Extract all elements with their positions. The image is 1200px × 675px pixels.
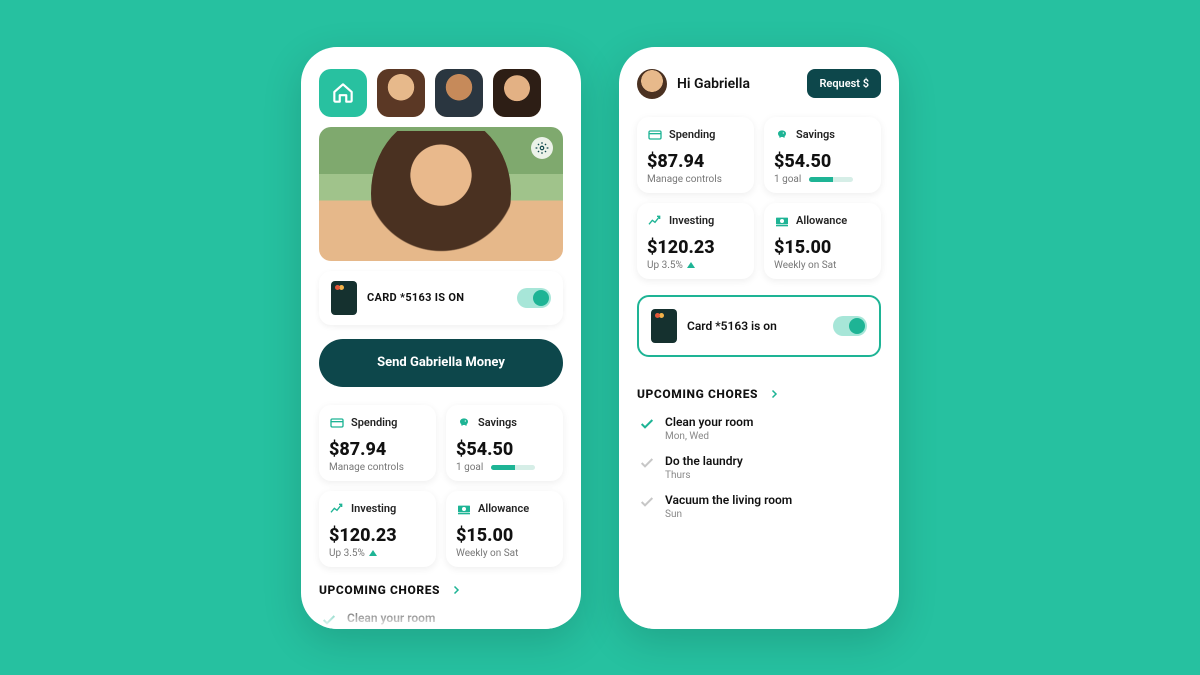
child-selector-row <box>319 69 563 117</box>
tile-amount: $87.94 <box>647 151 744 172</box>
check-icon <box>639 494 655 510</box>
card-icon <box>331 281 357 315</box>
tile-savings[interactable]: Savings $54.50 1 goal <box>446 405 563 481</box>
child-settings-button[interactable] <box>531 137 553 159</box>
tile-investing[interactable]: Investing $120.23 Up 3.5% <box>319 491 436 567</box>
chevron-right-icon <box>768 388 780 400</box>
tile-spending[interactable]: Spending $87.94 Manage controls <box>319 405 436 481</box>
chore-item[interactable]: Vacuum the living room Sun <box>637 487 881 526</box>
tile-sub: Manage controls <box>647 174 744 185</box>
tile-amount: $120.23 <box>329 525 426 546</box>
child-avatar-2[interactable] <box>435 69 483 117</box>
tile-sub: Weekly on Sat <box>456 548 553 559</box>
tile-sub: 1 goal <box>774 174 871 185</box>
gear-icon <box>535 141 549 155</box>
tile-amount: $87.94 <box>329 439 426 460</box>
check-icon <box>639 455 655 471</box>
tile-label: Investing <box>351 502 396 515</box>
child-phone: Hi Gabriella Request $ Spending $87.94 M… <box>619 47 899 629</box>
chart-up-icon <box>647 213 663 229</box>
greeting-text: Hi Gabriella <box>677 76 797 92</box>
tile-label: Investing <box>669 214 714 227</box>
tile-label: Allowance <box>478 502 529 515</box>
chore-item[interactable]: Clean your room <box>319 605 563 629</box>
chore-item[interactable]: Clean your room Mon, Wed <box>637 409 881 448</box>
card-status-label: Card *5163 is on <box>687 319 823 333</box>
chore-title: Do the laundry <box>665 454 743 468</box>
tile-sub: Up 3.5% <box>329 548 426 559</box>
tile-savings[interactable]: Savings $54.50 1 goal <box>764 117 881 193</box>
tile-spending[interactable]: Spending $87.94 Manage controls <box>637 117 754 193</box>
chevron-right-icon <box>450 584 462 596</box>
tile-sub: 1 goal <box>456 462 553 473</box>
up-arrow-icon <box>687 262 695 268</box>
chore-title: Clean your room <box>665 415 753 429</box>
card-status-row: Card *5163 is on <box>637 295 881 357</box>
balance-tiles: Spending $87.94 Manage controls Savings … <box>319 405 563 567</box>
tile-amount: $15.00 <box>456 525 553 546</box>
tile-label: Savings <box>478 416 517 429</box>
piggy-icon <box>456 415 472 431</box>
chores-heading[interactable]: UPCOMING CHORES <box>637 387 881 401</box>
chores-heading[interactable]: UPCOMING CHORES <box>319 583 563 597</box>
tile-amount: $54.50 <box>456 439 553 460</box>
chore-item[interactable]: Do the laundry Thurs <box>637 448 881 487</box>
chore-days: Mon, Wed <box>665 431 753 442</box>
request-money-button[interactable]: Request $ <box>807 69 881 98</box>
chore-title: Vacuum the living room <box>665 493 792 507</box>
card-status-label: CARD *5163 IS ON <box>367 291 507 304</box>
chore-days: Thurs <box>665 470 743 481</box>
tile-label: Allowance <box>796 214 847 227</box>
card-flat-icon <box>329 415 345 431</box>
up-arrow-icon <box>369 550 377 556</box>
home-button[interactable] <box>319 69 367 117</box>
card-icon <box>651 309 677 343</box>
card-flat-icon <box>647 127 663 143</box>
chart-up-icon <box>329 501 345 517</box>
child-avatar-3[interactable] <box>493 69 541 117</box>
card-toggle[interactable] <box>833 316 867 336</box>
tile-allowance[interactable]: Allowance $15.00 Weekly on Sat <box>446 491 563 567</box>
tile-label: Savings <box>796 128 835 141</box>
avatar[interactable] <box>637 69 667 99</box>
balance-tiles: Spending $87.94 Manage controls Savings … <box>637 117 881 279</box>
card-toggle[interactable] <box>517 288 551 308</box>
check-icon <box>321 612 337 628</box>
chore-title: Clean your room <box>347 611 435 625</box>
tile-investing[interactable]: Investing $120.23 Up 3.5% <box>637 203 754 279</box>
tile-allowance[interactable]: Allowance $15.00 Weekly on Sat <box>764 203 881 279</box>
parent-phone: CARD *5163 IS ON Send Gabriella Money Sp… <box>301 47 581 629</box>
piggy-icon <box>774 127 790 143</box>
cash-icon <box>774 213 790 229</box>
tile-sub: Manage controls <box>329 462 426 473</box>
card-status-row: CARD *5163 IS ON <box>319 271 563 325</box>
tile-sub: Up 3.5% <box>647 260 744 271</box>
child-avatar-gabriella[interactable] <box>377 69 425 117</box>
tile-sub: Weekly on Sat <box>774 260 871 271</box>
tile-label: Spending <box>669 128 715 141</box>
child-hero-photo <box>319 127 563 261</box>
tile-amount: $15.00 <box>774 237 871 258</box>
cash-icon <box>456 501 472 517</box>
header-row: Hi Gabriella Request $ <box>637 69 881 99</box>
check-icon <box>639 416 655 432</box>
send-money-button[interactable]: Send Gabriella Money <box>319 339 563 387</box>
chore-days: Sun <box>665 509 792 520</box>
home-icon <box>330 80 356 106</box>
tile-label: Spending <box>351 416 397 429</box>
tile-amount: $54.50 <box>774 151 871 172</box>
tile-amount: $120.23 <box>647 237 744 258</box>
